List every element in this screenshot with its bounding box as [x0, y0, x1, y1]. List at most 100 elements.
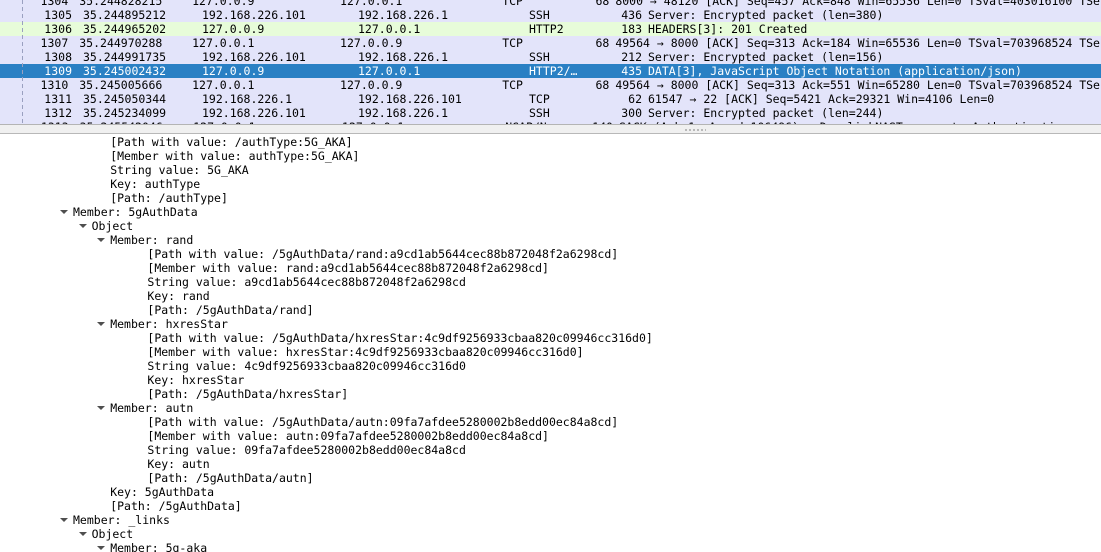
detail-tree-label: [Path: /5gAuthData/hxresStar]	[147, 387, 349, 401]
tree-expander-none-icon	[97, 485, 106, 499]
detail-tree-row[interactable]: String value: a9cd1ab5644cec88b872048f2a…	[0, 275, 1101, 289]
packet-details-pane[interactable]: [Path with value: /authType:5G_AKA] [Memb…	[0, 134, 1101, 552]
packet-cell-protocol: TCP	[502, 0, 523, 8]
packet-cell-time: 35.244895212	[83, 8, 167, 22]
packet-list-row[interactable]: 1307 35.244970288 127.0.0.1 127.0.0.9 TCP 68 4…	[0, 36, 1101, 50]
packet-cell-info: 49564 → 8000 [ACK] Seq=313 Ack=551 Win=6…	[615, 78, 1101, 92]
detail-tree-row[interactable]: [Path with value: /5gAuthData/rand:a9cd1…	[0, 247, 1101, 261]
detail-tree-label: [Path with value: /authType:5G_AKA]	[110, 135, 353, 149]
detail-tree-row[interactable]: [Member with value: hxresStar:4c9df92569…	[0, 345, 1101, 359]
detail-tree-row[interactable]: Member: 5g-aka	[0, 541, 1101, 552]
tree-expander-open-icon[interactable]	[60, 513, 69, 527]
tree-expander-none-icon	[134, 345, 143, 359]
packet-cell-no: 1304	[40, 0, 69, 8]
packet-cell-info: 61547 → 22 [ACK] Seq=5421 Ack=29321 Win=…	[648, 92, 995, 106]
tree-expander-none-icon	[134, 443, 143, 457]
packet-cell-time: 35.244828215	[79, 0, 163, 8]
packet-cell-time: 35.245002432	[83, 64, 167, 78]
pane-splitter[interactable]	[0, 124, 1101, 134]
detail-tree-label: Object	[91, 219, 134, 233]
tree-expander-open-icon[interactable]	[60, 205, 69, 219]
tree-expander-none-icon	[134, 457, 143, 471]
detail-tree-label: Member: rand	[110, 233, 194, 247]
detail-tree-label: [Path with value: /5gAuthData/autn:09fa7…	[147, 415, 619, 429]
detail-tree-row[interactable]: Key: rand	[0, 289, 1101, 303]
tree-expander-open-icon[interactable]	[97, 401, 106, 415]
detail-tree-row[interactable]: [Path with value: /5gAuthData/hxresStar:…	[0, 331, 1101, 345]
detail-tree-row[interactable]: [Path: /authType]	[0, 191, 1101, 205]
packet-list-row[interactable]: 1308 35.244991735 192.168.226.101 192.168.2…	[0, 50, 1101, 64]
detail-tree-label: Key: rand	[147, 289, 210, 303]
packet-cell-source: 192.168.226.1	[202, 92, 293, 106]
tree-expander-open-icon[interactable]	[78, 527, 88, 541]
packet-cell-destination: 127.0.0.9	[340, 36, 403, 50]
detail-tree-row[interactable]: [Member with value: authType:5G_AKA]	[0, 149, 1101, 163]
tree-expander-none-icon	[134, 359, 143, 373]
detail-tree-row[interactable]: Member: hxresStar	[0, 317, 1101, 331]
detail-tree-label: [Path with value: /5gAuthData/rand:a9cd1…	[147, 247, 619, 261]
detail-tree-row[interactable]: [Member with value: rand:a9cd1ab5644cec8…	[0, 261, 1101, 275]
tree-expander-open-icon[interactable]	[97, 233, 106, 247]
packet-list-row[interactable]: 1309 35.245002432 127.0.0.9 127.0.0.1 HTTP2/…	[0, 64, 1101, 78]
detail-tree-label: [Path: /5gAuthData/rand]	[147, 303, 314, 317]
packet-cell-protocol: TCP	[502, 78, 523, 92]
detail-tree-row[interactable]: Key: 5gAuthData	[0, 485, 1101, 499]
detail-tree-label: [Path with value: /5gAuthData/hxresStar:…	[147, 331, 653, 345]
detail-tree-row[interactable]: Member: 5gAuthData	[0, 205, 1101, 219]
detail-tree-row[interactable]: Member: autn	[0, 401, 1101, 415]
packet-cell-source: 192.168.226.101	[202, 8, 306, 22]
tree-expander-open-icon[interactable]	[78, 219, 88, 233]
packet-list-row[interactable]: 1311 35.245050344 192.168.226.1 192.168.226…	[0, 92, 1101, 106]
splitter-grip-icon[interactable]	[684, 128, 706, 132]
detail-tree-row[interactable]: [Path: /5gAuthData/rand]	[0, 303, 1101, 317]
detail-tree-row[interactable]: [Path: /5gAuthData/hxresStar]	[0, 387, 1101, 401]
detail-tree-row[interactable]: Object	[0, 219, 1101, 233]
packet-cell-source: 127.0.0.9	[192, 0, 255, 8]
packet-cell-no: 1311	[44, 92, 72, 106]
detail-tree-row[interactable]: [Path with value: /authType:5G_AKA]	[0, 135, 1101, 149]
detail-tree-label: Key: 5gAuthData	[110, 485, 215, 499]
packet-cell-protocol: HTTP2	[529, 22, 564, 36]
packet-list-row[interactable]: 1310 35.245005666 127.0.0.1 127.0.0.9 TCP 68 4…	[0, 78, 1101, 92]
detail-tree-row[interactable]: String value: 5G_AKA	[0, 163, 1101, 177]
detail-tree-row[interactable]: String value: 4c9df9256933cbaa820c09946c…	[0, 359, 1101, 373]
packet-list-row[interactable]: 1305 35.244895212 192.168.226.101 192.168.2…	[0, 8, 1101, 22]
detail-tree-row[interactable]: Member: rand	[0, 233, 1101, 247]
tree-expander-none-icon	[134, 471, 143, 485]
tree-expander-none-icon	[134, 373, 143, 387]
detail-tree-label: Member: _links	[73, 513, 170, 527]
detail-tree-row[interactable]: Member: _links	[0, 513, 1101, 527]
packet-list-pane[interactable]: 1304 35.244828215 127.0.0.9 127.0.0.1 TCP 68 8…	[0, 0, 1101, 124]
detail-tree-row[interactable]: [Path: /5gAuthData/autn]	[0, 471, 1101, 485]
tree-expander-open-icon[interactable]	[97, 317, 106, 331]
packet-cell-no: 1312	[44, 106, 72, 120]
packet-cell-time: 35.244965202	[83, 22, 167, 36]
tree-expander-none-icon	[134, 275, 143, 289]
tree-expander-none-icon	[97, 149, 106, 163]
packet-cell-length: 62	[628, 92, 642, 106]
detail-tree-row[interactable]: Key: authType	[0, 177, 1101, 191]
detail-tree-label: [Member with value: rand:a9cd1ab5644cec8…	[147, 261, 549, 275]
packet-cell-no: 1305	[44, 8, 72, 22]
detail-tree-row[interactable]: [Member with value: autn:09fa7afdee52800…	[0, 429, 1101, 443]
packet-cell-destination: 192.168.226.101	[358, 92, 462, 106]
tree-expander-none-icon	[134, 415, 143, 429]
detail-tree-row[interactable]: [Path: /5gAuthData]	[0, 499, 1101, 513]
tree-expander-none-icon	[134, 247, 143, 261]
detail-tree-row[interactable]: Key: autn	[0, 457, 1101, 471]
detail-tree-row[interactable]: [Path with value: /5gAuthData/autn:09fa7…	[0, 415, 1101, 429]
detail-tree-label: [Member with value: authType:5G_AKA]	[110, 149, 360, 163]
packet-cell-source: 127.0.0.1	[192, 78, 255, 92]
detail-tree-row[interactable]: Object	[0, 527, 1101, 541]
detail-tree-row[interactable]: String value: 09fa7afdee5280002b8edd00ec…	[0, 443, 1101, 457]
tree-expander-none-icon	[134, 429, 143, 443]
packet-list-row[interactable]: 1312 35.245234099 192.168.226.101 192.168.2…	[0, 106, 1101, 120]
packet-cell-length: 212	[621, 50, 642, 64]
packet-cell-info: HEADERS[3]: 201 Created	[648, 22, 808, 36]
packet-list-row[interactable]: 1304 35.244828215 127.0.0.9 127.0.0.1 TCP 68 8…	[0, 0, 1101, 8]
packet-cell-destination: 127.0.0.9	[340, 78, 403, 92]
detail-tree-row[interactable]: Key: hxresStar	[0, 373, 1101, 387]
tree-expander-open-icon[interactable]	[97, 541, 106, 552]
packet-cell-length: 435	[621, 64, 642, 78]
packet-list-row[interactable]: 1306 35.244965202 127.0.0.9 127.0.0.1 HTTP2 1…	[0, 22, 1101, 36]
